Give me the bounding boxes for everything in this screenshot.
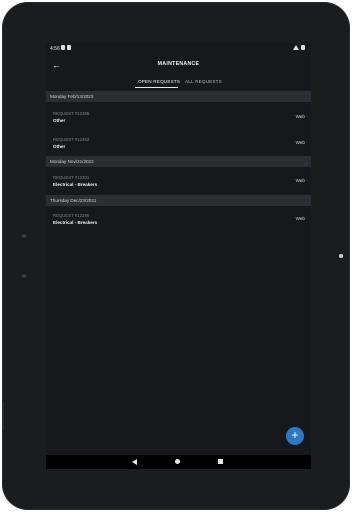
request-number: REQUEST #12301 — [53, 175, 90, 180]
request-category: Electrical - Breakers — [53, 220, 98, 225]
request-source: Web — [295, 114, 305, 119]
tab-all-requests[interactable]: ALL REQUESTS — [185, 79, 222, 84]
system-nav-bar — [46, 455, 311, 469]
request-category: Other — [53, 118, 66, 123]
add-request-button[interactable]: + — [286, 427, 304, 445]
tablet-frame: 4:56 ← MAINTENANCE OPEN REQUESTS ALL REQ… — [2, 2, 350, 510]
side-button — [2, 402, 4, 430]
request-source: Web — [295, 178, 305, 183]
request-item[interactable]: REQUEST #12365 Other Web — [46, 111, 311, 131]
screen: 4:56 ← MAINTENANCE OPEN REQUESTS ALL REQ… — [46, 43, 311, 469]
request-source: Web — [295, 216, 305, 221]
nav-back-icon[interactable] — [132, 459, 137, 465]
request-source: Web — [295, 140, 305, 145]
sim-icon — [67, 45, 71, 50]
sensor-dot — [22, 274, 26, 278]
request-number: REQUEST #12362 — [53, 137, 90, 142]
system-icons — [293, 45, 305, 50]
request-number: REQUEST #12280 — [53, 213, 90, 218]
date-header-label: Monday Feb/13/2023 — [50, 94, 94, 99]
date-header: Thursday Dec/23/2021 — [46, 195, 311, 206]
tab-indicator — [135, 87, 178, 88]
request-number: REQUEST #12365 — [53, 111, 90, 116]
front-camera — [339, 254, 343, 258]
date-header-label: Monday Nov/21/2022 — [50, 159, 94, 164]
request-item[interactable]: REQUEST #12301 Electrical - Breakers Web — [46, 175, 311, 195]
camera-dot — [22, 234, 26, 238]
status-time: 4:56 — [50, 46, 60, 52]
page-title: MAINTENANCE — [157, 61, 200, 67]
app-bar: ← MAINTENANCE — [46, 55, 311, 75]
date-header-label: Thursday Dec/23/2021 — [50, 198, 97, 203]
wifi-icon — [293, 45, 299, 50]
request-category: Other — [53, 144, 66, 149]
nav-home-icon[interactable] — [175, 459, 180, 464]
tab-bar: OPEN REQUESTS ALL REQUESTS — [46, 75, 311, 90]
notification-icons — [61, 45, 71, 50]
status-bar: 4:56 — [46, 43, 311, 55]
notification-icon — [61, 45, 65, 50]
plus-icon: + — [291, 428, 299, 442]
request-category: Electrical - Breakers — [53, 182, 98, 187]
request-item[interactable]: REQUEST #12362 Other Web — [46, 137, 311, 157]
nav-recents-icon[interactable] — [218, 459, 223, 464]
tab-open-requests[interactable]: OPEN REQUESTS — [138, 79, 180, 84]
date-header: Monday Nov/21/2022 — [46, 156, 311, 167]
battery-icon — [301, 45, 305, 50]
request-item[interactable]: REQUEST #12280 Electrical - Breakers Web — [46, 213, 311, 233]
date-header: Monday Feb/13/2023 — [46, 91, 311, 102]
